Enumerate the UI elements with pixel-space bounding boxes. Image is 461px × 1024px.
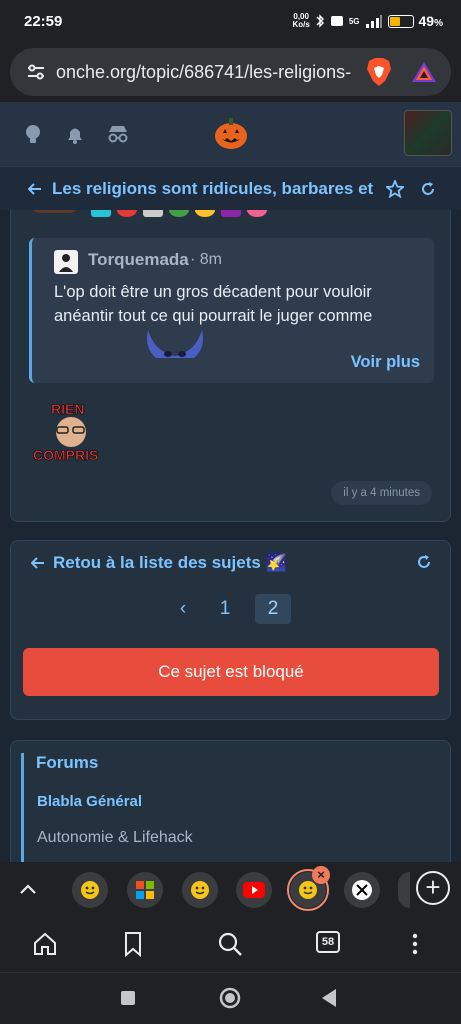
incognito-icon[interactable]: [106, 123, 130, 145]
tab-onche-2[interactable]: [182, 872, 218, 908]
badge-icon: [247, 210, 267, 217]
forum-link-autonomie-lifehack[interactable]: Autonomie & Lifehack: [37, 829, 193, 847]
favorite-star-icon[interactable]: [386, 179, 404, 198]
signal-icon: [365, 15, 382, 28]
tab-strip: [0, 862, 461, 916]
home-button-icon[interactable]: [218, 986, 242, 1010]
close-tab-icon[interactable]: ×: [312, 866, 330, 884]
previous-page-button[interactable]: ‹: [171, 594, 195, 624]
page-button-2[interactable]: 2: [255, 594, 291, 624]
status-bar: 22:59 0,00 Ko/s 5G 49%: [0, 0, 461, 42]
badge-row: [91, 210, 281, 217]
x-favicon-icon: [352, 880, 372, 900]
battery-icon: [387, 14, 414, 28]
badge-icon: [117, 210, 137, 217]
sticker-image: [147, 330, 203, 358]
quote-author-avatar: [54, 250, 78, 274]
tab-onche[interactable]: [72, 872, 108, 908]
onche-favicon-icon: [299, 881, 317, 899]
forum-link-blabla-general[interactable]: Blabla Général: [37, 793, 142, 810]
refresh-icon[interactable]: [420, 181, 436, 197]
badge-icon: [143, 210, 163, 217]
topic-title[interactable]: Les religions sont ridicules, barbares e…: [52, 179, 374, 199]
post-timestamp: il y a 4 minutes: [331, 481, 432, 505]
tab-switcher-button[interactable]: 58: [316, 931, 340, 953]
user-avatar[interactable]: [404, 110, 452, 156]
browser-toolbar: [0, 916, 461, 972]
search-icon[interactable]: [216, 930, 244, 958]
network-speed-unit: Ko/s: [292, 20, 310, 29]
back-to-topics-label: Retou à la liste des sujets 🌠: [53, 553, 287, 572]
badge-icon: [169, 210, 189, 217]
forums-accent-bar: [21, 753, 24, 862]
quote-text: L'op doit être un gros décadent pour vou…: [54, 283, 373, 325]
rien-compris-sticker: RIEN COMPRIS: [33, 401, 99, 464]
address-bar[interactable]: onche.org/topic/686741/les-religions-: [10, 48, 451, 96]
brave-shields-icon[interactable]: [365, 57, 393, 87]
back-arrow-icon[interactable]: [28, 182, 42, 196]
microsoft-favicon-icon: [136, 881, 154, 899]
tab-youtube[interactable]: [236, 872, 272, 908]
back-button-icon[interactable]: [320, 988, 338, 1008]
post-author-avatar-fragment: [29, 210, 81, 213]
back-to-topics-link[interactable]: Retou à la liste des sujets 🌠: [31, 553, 287, 573]
badge-icon: [91, 210, 111, 217]
site-settings-icon[interactable]: [26, 62, 46, 82]
battery-unit: %: [434, 18, 443, 29]
home-icon[interactable]: [31, 930, 59, 958]
onche-favicon-icon: [81, 881, 99, 899]
quote-time: · 8m: [190, 251, 222, 268]
topic-navigation-card: Retou à la liste des sujets 🌠 ‹ 1 2 Ce s…: [10, 540, 451, 720]
quote-block: Torquemada · 8m L'op doit être un gros d…: [29, 238, 434, 383]
forums-card: Forums Blabla Général Autonomie & Lifeha…: [10, 740, 451, 862]
quote-author[interactable]: Torquemada: [88, 250, 189, 270]
recents-icon[interactable]: [120, 990, 136, 1006]
status-icons: 0,00 Ko/s 5G 49%: [293, 13, 444, 30]
more-menu-icon[interactable]: [401, 930, 429, 958]
badge-icon: [195, 210, 215, 217]
bluetooth-icon: [316, 14, 324, 28]
site-header: [0, 102, 461, 166]
back-arrow-icon: [31, 557, 44, 569]
brave-rewards-icon[interactable]: [411, 60, 437, 84]
pumpkin-logo-icon[interactable]: [213, 116, 249, 150]
onche-favicon-icon: [191, 881, 209, 899]
page-button-1[interactable]: 1: [207, 594, 243, 624]
lightbulb-icon[interactable]: [22, 123, 44, 145]
topic-locked-button[interactable]: Ce sujet est bloqué: [23, 648, 439, 696]
battery-value: 49: [418, 13, 435, 29]
see-more-link[interactable]: Voir plus: [351, 353, 420, 372]
refresh-icon[interactable]: [416, 554, 432, 570]
system-navigation-bar: [0, 972, 461, 1024]
badge-icon: [221, 210, 241, 217]
tab-x[interactable]: [344, 872, 380, 908]
clock: 22:59: [24, 12, 63, 30]
youtube-favicon-icon: [243, 882, 265, 898]
avatar-figure-icon: [59, 254, 73, 272]
sticker-text-bottom: COMPRIS: [33, 447, 98, 463]
volte-icon: [330, 16, 343, 26]
network-type: 5G: [348, 16, 360, 26]
pagination: ‹ 1 2: [171, 594, 291, 624]
new-tab-button[interactable]: +: [416, 871, 450, 905]
browser-bar: onche.org/topic/686741/les-religions-: [0, 42, 461, 102]
topic-bar: Les religions sont ridicules, barbares e…: [0, 166, 461, 210]
battery-percent: 49%: [419, 13, 443, 29]
network-speed: 0,00 Ko/s: [293, 13, 310, 29]
url-text[interactable]: onche.org/topic/686741/les-religions-: [56, 62, 359, 83]
bookmark-icon[interactable]: [119, 930, 147, 958]
page-content: Torquemada · 8m L'op doit être un gros d…: [0, 210, 461, 862]
post-card: Torquemada · 8m L'op doit être un gros d…: [10, 210, 451, 522]
tab-partial[interactable]: [398, 872, 410, 908]
chevron-up-icon[interactable]: [19, 883, 37, 895]
forums-title: Forums: [36, 753, 99, 772]
bell-icon[interactable]: [64, 123, 86, 145]
tab-microsoft[interactable]: [127, 872, 163, 908]
sticker-text-top: RIEN: [51, 401, 84, 417]
